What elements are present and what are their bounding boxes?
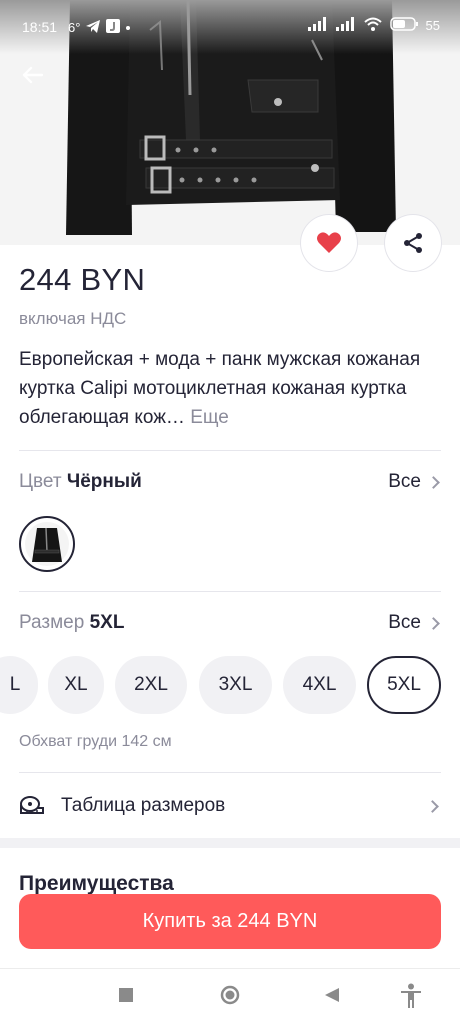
vat-note: включая НДС xyxy=(19,309,127,328)
recent-apps-button[interactable] xyxy=(118,987,134,1008)
divider xyxy=(19,450,441,451)
battery-level: 55 xyxy=(425,18,440,33)
jacket-thumbnail xyxy=(25,522,69,566)
wifi-icon xyxy=(363,17,382,34)
color-label: Цвет xyxy=(19,471,62,492)
color-row: Цвет Чёрный xyxy=(19,471,142,493)
size-label: Размер xyxy=(19,612,85,633)
square-icon xyxy=(119,988,133,1002)
product-description: Европейская + мода + панк мужская кожана… xyxy=(19,345,439,432)
size-chip-3xl[interactable]: 3XL xyxy=(199,656,272,714)
measuring-tape-icon xyxy=(20,796,44,814)
size-table-label: Таблица размеров xyxy=(61,795,226,816)
share-icon xyxy=(404,233,422,253)
size-value: 5XL xyxy=(89,612,125,633)
size-chip-label: 5XL xyxy=(387,674,421,695)
color-all-button[interactable]: Все xyxy=(388,471,440,493)
notification-icon xyxy=(106,19,121,36)
divider xyxy=(19,772,441,773)
telegram-icon xyxy=(86,19,101,36)
chest-measurement: Обхват груди 142 см xyxy=(19,733,172,750)
circle-icon xyxy=(220,985,240,1005)
chevron-right-icon xyxy=(427,475,440,489)
size-chip-label: 3XL xyxy=(218,674,253,695)
chevron-right-icon xyxy=(426,799,439,813)
size-chip-4xl[interactable]: 4XL xyxy=(283,656,356,714)
triangle-back-icon xyxy=(325,988,339,1002)
size-chip-l[interactable]: L xyxy=(0,656,38,714)
chevron-right-icon xyxy=(427,616,440,630)
size-all-button[interactable]: Все xyxy=(388,612,440,634)
dot-icon xyxy=(126,25,131,30)
color-swatch-black[interactable] xyxy=(19,516,75,572)
size-chip-label: 2XL xyxy=(134,674,168,695)
accessibility-button[interactable] xyxy=(400,983,422,1014)
signal-icon-2 xyxy=(335,17,356,34)
status-time: 18:51 xyxy=(22,19,58,35)
color-all-label: Все xyxy=(388,471,421,492)
size-chip-label: XL xyxy=(64,674,88,695)
color-value: Чёрный xyxy=(66,471,142,492)
weather-temp: 6° xyxy=(68,20,81,35)
more-link[interactable]: Еще xyxy=(190,407,229,428)
advantages-title: Преимущества xyxy=(19,872,174,895)
size-chip-xl[interactable]: XL xyxy=(48,656,104,714)
product-price: 244 BYN xyxy=(19,262,146,297)
battery-icon xyxy=(389,17,418,34)
arrow-left-icon xyxy=(22,66,44,84)
section-separator xyxy=(0,838,460,848)
buy-button[interactable]: Купить за 244 BYN xyxy=(19,894,441,949)
status-bar: 18:51 6° 55 xyxy=(0,0,460,54)
favorite-button[interactable] xyxy=(301,215,357,271)
size-table-link[interactable]: Таблица размеров xyxy=(19,790,441,822)
share-button[interactable] xyxy=(385,215,441,271)
heart-icon xyxy=(317,232,341,253)
signal-icon xyxy=(307,17,328,34)
system-nav-bar xyxy=(0,968,460,1024)
back-nav-button[interactable] xyxy=(324,987,340,1008)
size-row: Размер 5XL xyxy=(19,612,124,634)
home-button[interactable] xyxy=(220,985,240,1010)
size-chip-5xl-selected[interactable]: 5XL xyxy=(367,656,441,714)
size-chip-2xl[interactable]: 2XL xyxy=(115,656,187,714)
accessibility-icon xyxy=(401,983,421,1008)
size-options: L XL 2XL 3XL 4XL 5XL xyxy=(0,656,460,714)
size-chip-label: L xyxy=(9,674,21,695)
divider xyxy=(19,591,441,592)
size-all-label: Все xyxy=(388,612,421,633)
size-chip-label: 4XL xyxy=(302,674,337,695)
back-button[interactable] xyxy=(18,60,48,90)
